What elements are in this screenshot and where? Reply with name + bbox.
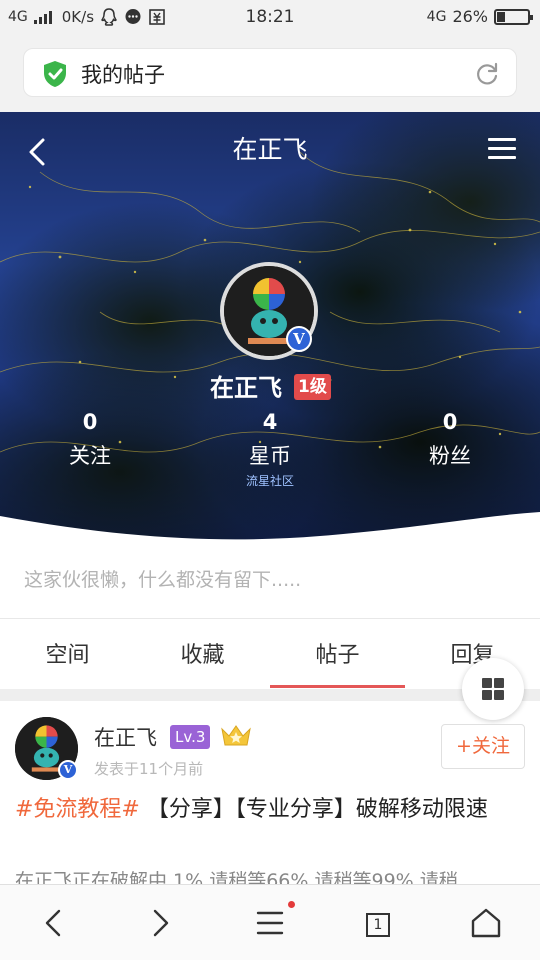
header-wave xyxy=(0,512,540,548)
tabs-count-icon[interactable]: 1 xyxy=(366,913,390,937)
back-icon[interactable] xyxy=(34,903,74,943)
stat-value: 0 xyxy=(82,410,98,434)
reload-icon[interactable] xyxy=(474,61,500,87)
page: 4G 0K/s 18:21 4G 26% 我的帖子 在正飞 V 在正飞 1级 0… xyxy=(0,0,540,960)
stat-sublabel: 流星社区 xyxy=(245,474,294,488)
tab-bar: 空间 收藏 帖子 回复 xyxy=(0,619,540,689)
verified-v-icon: V xyxy=(286,326,312,352)
post-level-badge: Lv.3 xyxy=(170,725,211,749)
forward-icon[interactable] xyxy=(140,903,180,943)
stat-label: 粉丝 xyxy=(429,444,471,468)
secure-shield-icon xyxy=(44,61,66,87)
browser-bottom-nav: 1 xyxy=(0,884,540,960)
stat-label: 关注 xyxy=(69,444,111,468)
verified-v-icon: V xyxy=(58,760,78,780)
battery-icon xyxy=(494,8,533,25)
tab-favorites[interactable]: 收藏 xyxy=(135,637,270,669)
crown-icon xyxy=(221,725,251,746)
menu-lines-icon[interactable] xyxy=(250,903,290,943)
section-gap xyxy=(0,689,540,701)
active-tab-indicator xyxy=(270,685,405,688)
profile-header: 在正飞 V 在正飞 1级 0 关注 4 星币 流星社区 0 粉丝 xyxy=(0,112,540,548)
browser-toolbar: 我的帖子 xyxy=(0,36,540,112)
stat-value: 0 xyxy=(442,410,458,434)
stat-following[interactable]: 0 关注 xyxy=(30,410,150,470)
header-title: 在正飞 xyxy=(232,135,308,164)
notification-dot xyxy=(288,901,295,908)
tab-space[interactable]: 空间 xyxy=(0,637,135,669)
level-badge: 1级 xyxy=(294,374,331,400)
profile-bio: 这家伙很懒，什么都没有留下..... xyxy=(24,569,302,591)
battery-level xyxy=(497,11,505,22)
tab-posts[interactable]: 帖子 xyxy=(270,637,405,669)
profile-name: 在正飞 xyxy=(210,374,282,402)
post-time: 发表于11个月前 xyxy=(94,760,204,778)
page-title: 我的帖子 xyxy=(81,63,165,87)
post-topic-tag[interactable]: #免流教程# xyxy=(15,797,140,822)
battery-percent: 26% xyxy=(452,7,488,26)
address-bar[interactable]: 我的帖子 xyxy=(23,48,517,97)
follow-button[interactable]: +关注 xyxy=(441,724,525,769)
post-author-name[interactable]: 在正飞 xyxy=(94,722,157,752)
menu-icon[interactable] xyxy=(488,138,516,162)
stat-label: 星币 xyxy=(249,444,291,468)
stat-coins[interactable]: 4 星币 流星社区 xyxy=(210,410,330,489)
stat-followers[interactable]: 0 粉丝 xyxy=(390,410,510,470)
home-icon[interactable] xyxy=(466,903,506,943)
grid-menu-button[interactable] xyxy=(462,658,524,720)
status-right: 4G 26% xyxy=(426,7,533,26)
status-bar: 4G 0K/s 18:21 4G 26% xyxy=(0,0,540,36)
post-title[interactable]: #免流教程# 【分享】【专业分享】破解移动限速 xyxy=(15,790,525,830)
stat-value: 4 xyxy=(262,410,278,434)
network-label-right: 4G xyxy=(426,8,447,25)
post-title-text: 【分享】【专业分享】破解移动限速 xyxy=(146,797,488,822)
